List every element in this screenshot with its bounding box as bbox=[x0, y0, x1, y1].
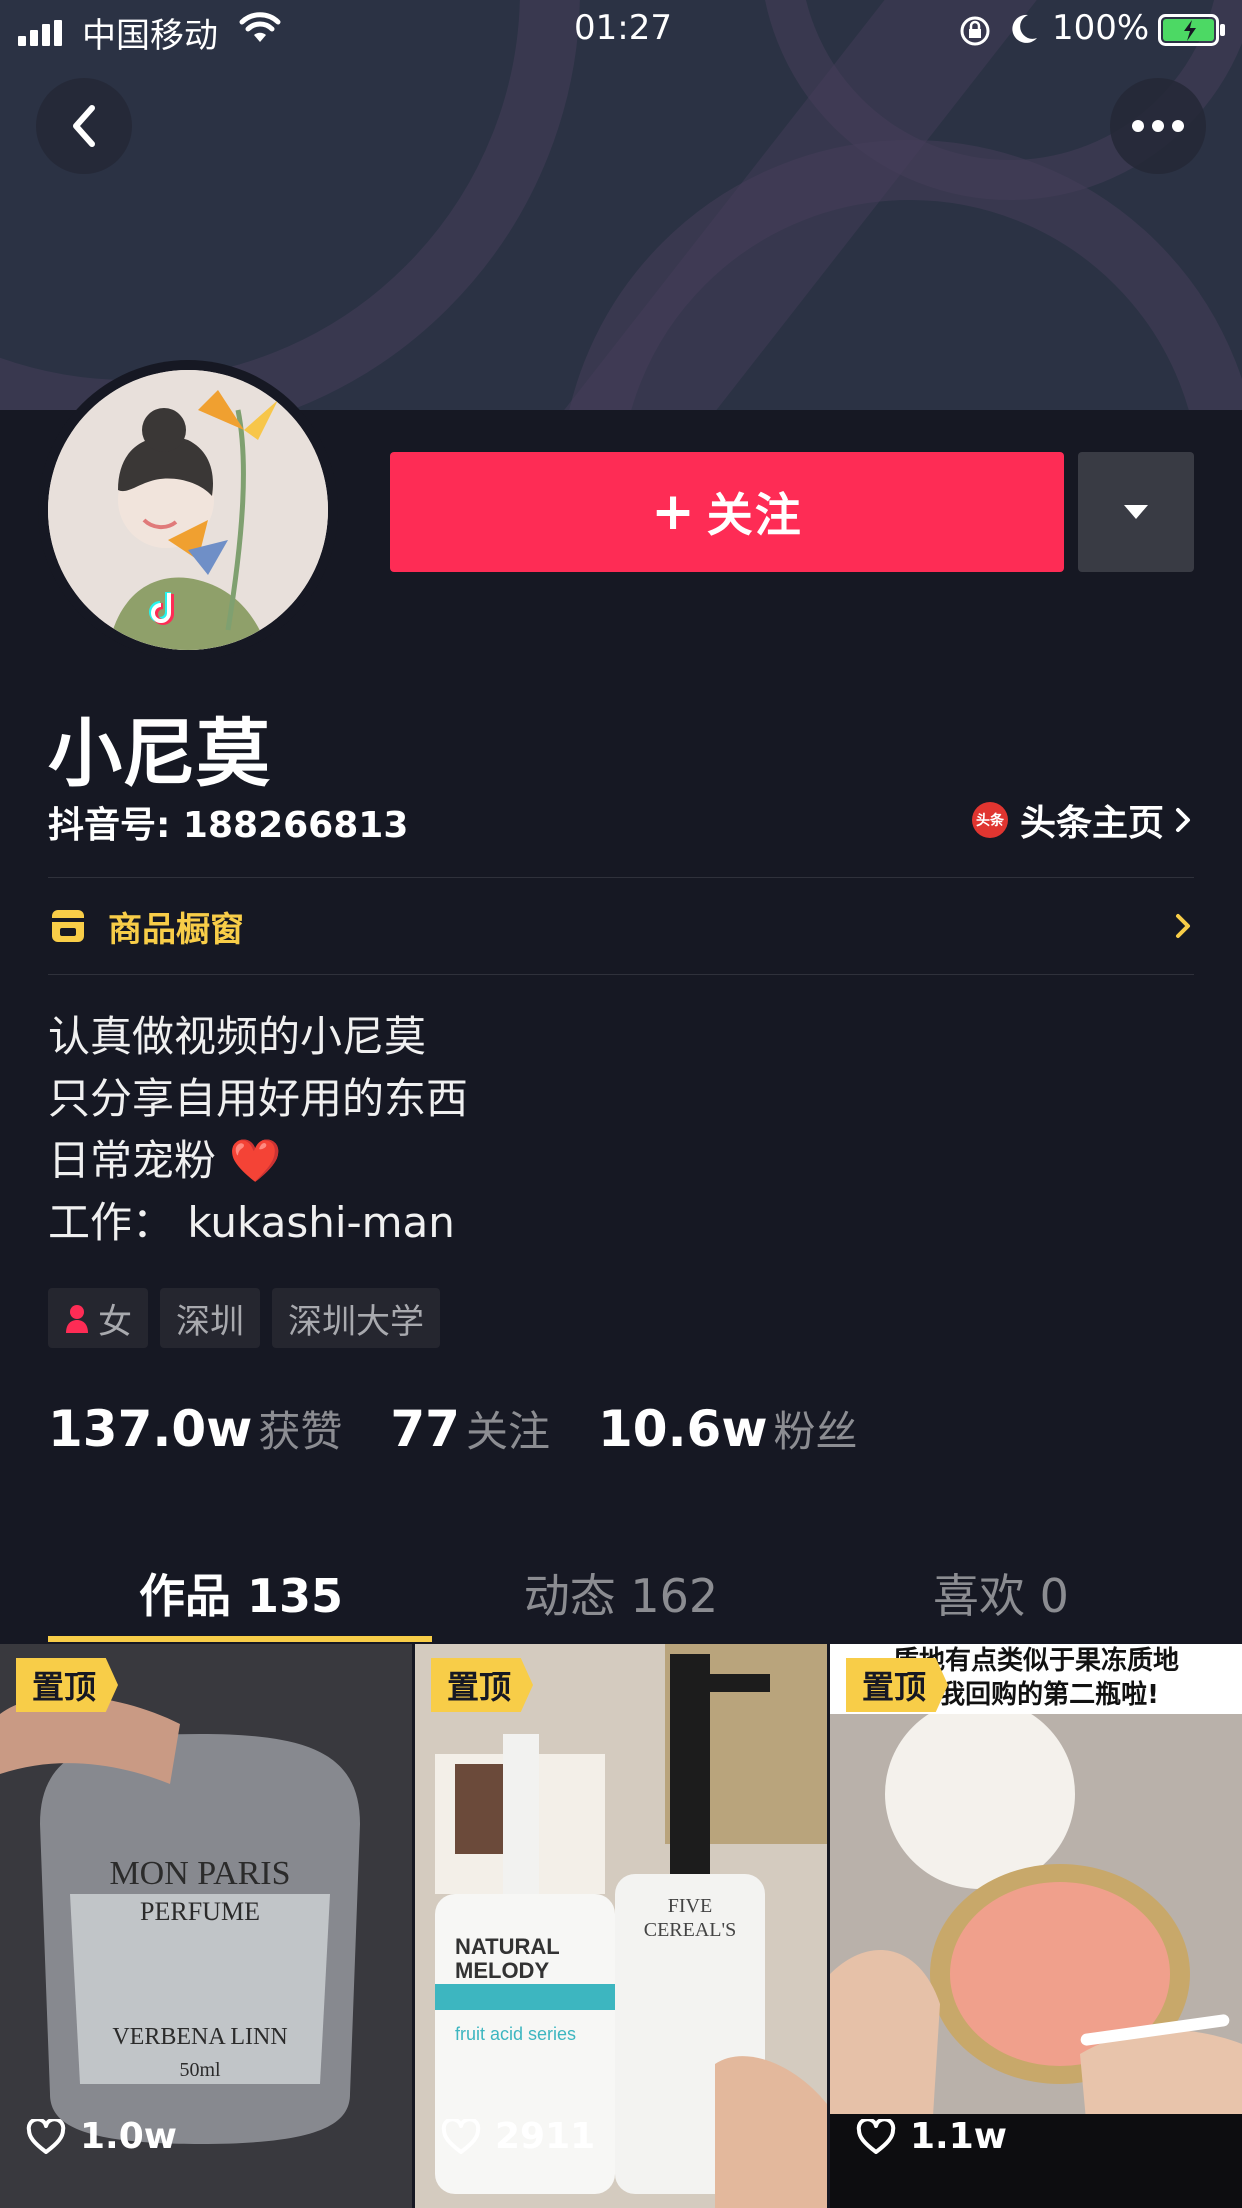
tab-likes[interactable]: 喜欢 0 bbox=[794, 1560, 1208, 1626]
video-grid: MON PARIS PERFUME VERBENA LINN 50ml 置顶 1… bbox=[0, 1644, 1242, 2208]
battery-icon bbox=[1158, 14, 1226, 50]
bio-line: 日常宠粉 ❤️ bbox=[48, 1136, 282, 1185]
status-bar: 中国移动 01:27 100% bbox=[0, 0, 1242, 58]
profile-stats: 137.0w 获赞 77 关注 10.6w 粉丝 bbox=[48, 1398, 906, 1459]
heart-icon bbox=[26, 2118, 66, 2154]
douyin-id: 抖音号: 188266813 bbox=[48, 805, 409, 846]
more-options-button[interactable] bbox=[1110, 78, 1206, 174]
perfume-name-text: VERBENA LINN bbox=[112, 2024, 287, 2050]
stat-number: 77 bbox=[390, 1400, 460, 1458]
like-count-text: 1.0w bbox=[80, 2116, 178, 2157]
video-like-count: 1.0w bbox=[26, 2116, 177, 2157]
bio-line: 认真做视频的小尼莫 bbox=[48, 1012, 427, 1061]
video-thumbnail[interactable]: 质地有点类似于果冻质地 是我回购的第二瓶啦! 置顶 1.1w bbox=[830, 1644, 1242, 2208]
chevron-left-icon bbox=[73, 105, 95, 147]
school-tag: 深圳大学 bbox=[272, 1288, 440, 1348]
stat-label: 获赞 bbox=[258, 1407, 343, 1456]
do-not-disturb-icon bbox=[1008, 12, 1040, 50]
toutiao-logo-icon: 头条 bbox=[971, 802, 1008, 838]
video-like-count: 1.1w bbox=[856, 2116, 1007, 2157]
follow-button[interactable]: + 关注 bbox=[390, 452, 1064, 572]
following-stat[interactable]: 77 关注 bbox=[390, 1398, 550, 1459]
cereal-brand-text: FIVE bbox=[668, 1895, 712, 1917]
pinned-badge: 置顶 bbox=[846, 1658, 949, 1712]
signal-icon bbox=[18, 20, 66, 46]
avatar-image bbox=[48, 370, 328, 650]
carrier-name: 中国移动 bbox=[82, 16, 218, 56]
gender-label: 女 bbox=[98, 1301, 132, 1342]
chevron-right-icon bbox=[1176, 808, 1190, 832]
video-thumbnail[interactable]: NATURAL MELODY fruit acid series FIVE CE… bbox=[415, 1644, 827, 2208]
perfume-volume-text: 50ml bbox=[179, 2059, 221, 2081]
stat-label: 关注 bbox=[465, 1407, 550, 1456]
chevron-right-icon bbox=[1176, 914, 1190, 938]
profile-name: 小尼莫 bbox=[48, 711, 270, 797]
avatar[interactable] bbox=[38, 360, 338, 660]
banner-decoration bbox=[0, 0, 580, 410]
likes-stat: 137.0w 获赞 bbox=[48, 1398, 342, 1459]
heart-icon bbox=[856, 2118, 896, 2154]
shop-icon bbox=[52, 910, 84, 942]
profile-tags: 女 深圳 深圳大学 bbox=[48, 1288, 440, 1348]
more-dots-icon bbox=[1132, 120, 1184, 132]
heart-icon bbox=[441, 2118, 481, 2154]
perfume-type-text: PERFUME bbox=[140, 1897, 260, 1926]
wifi-icon bbox=[238, 12, 282, 48]
lotion-brand-text: NATURAL bbox=[455, 1934, 560, 1959]
clock: 01:27 bbox=[574, 8, 672, 48]
video-thumbnail[interactable]: MON PARIS PERFUME VERBENA LINN 50ml 置顶 1… bbox=[0, 1644, 412, 2208]
perfume-brand-text: MON PARIS bbox=[109, 1855, 290, 1892]
followers-stat[interactable]: 10.6w 粉丝 bbox=[598, 1398, 858, 1459]
gender-tag: 女 bbox=[48, 1288, 148, 1348]
lotion-brand-text: MELODY bbox=[455, 1958, 549, 1983]
cereal-brand-text: CEREAL'S bbox=[644, 1919, 737, 1941]
female-icon bbox=[66, 1305, 88, 1333]
lotion-series-text: fruit acid series bbox=[455, 2024, 576, 2044]
profile-banner bbox=[0, 0, 1242, 410]
bio-line: 工作： kukashi-man bbox=[48, 1198, 455, 1247]
pinned-badge: 置顶 bbox=[16, 1658, 119, 1712]
follow-label: 关注 bbox=[706, 488, 803, 542]
tab-works[interactable]: 作品 135 bbox=[34, 1560, 448, 1626]
active-tab-indicator bbox=[48, 1636, 432, 1642]
pinned-badge: 置顶 bbox=[431, 1658, 534, 1712]
rotation-lock-icon bbox=[958, 14, 992, 52]
like-count-text: 1.1w bbox=[910, 2116, 1008, 2157]
stat-number: 137.0w bbox=[48, 1400, 253, 1458]
toutiao-link-label: 头条主页 bbox=[1019, 803, 1164, 844]
recommend-dropdown-button[interactable] bbox=[1078, 452, 1194, 572]
back-button[interactable] bbox=[36, 78, 132, 174]
location-tag: 深圳 bbox=[160, 1288, 260, 1348]
video-like-count: 2911 bbox=[441, 2116, 595, 2157]
tab-activity[interactable]: 动态 162 bbox=[414, 1560, 828, 1626]
divider bbox=[48, 974, 1194, 975]
stat-number: 10.6w bbox=[597, 1400, 768, 1458]
toutiao-homepage-link[interactable]: 头条 头条主页 bbox=[971, 794, 1194, 846]
stat-label: 粉丝 bbox=[773, 1407, 858, 1456]
like-count-text: 2911 bbox=[495, 2116, 596, 2157]
battery-percent: 100% bbox=[1052, 8, 1150, 48]
shop-window-label: 商品橱窗 bbox=[108, 909, 244, 950]
plus-icon: + bbox=[651, 482, 697, 542]
shop-window-row[interactable]: 商品橱窗 bbox=[48, 878, 1194, 974]
bio-line: 只分享自用好用的东西 bbox=[48, 1074, 469, 1123]
content-tabs: 作品 135 动态 162 喜欢 0 bbox=[0, 1540, 1242, 1642]
bio: 认真做视频的小尼莫 只分享自用好用的东西 日常宠粉 ❤️ 工作： kukashi… bbox=[48, 1006, 468, 1254]
caret-down-icon bbox=[1124, 505, 1148, 519]
